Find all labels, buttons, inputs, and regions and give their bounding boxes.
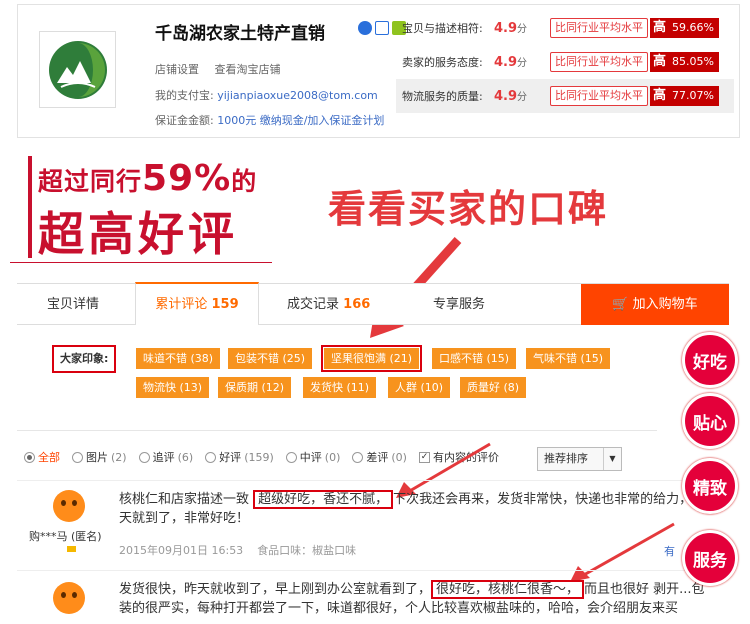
review-item: 发货很快，昨天就收到了，早上刚到办公室就看到了， 很好吃，核桃仁很香～， 而且也很好… [17,574,717,624]
avatar[interactable] [53,490,85,522]
radio-icon [138,451,150,463]
avatar[interactable] [53,582,85,614]
impression-tag[interactable]: 质量好 (8) [460,377,527,398]
tab-exclusive[interactable]: 专享服务 [433,284,485,325]
vip-diamond-icon [67,546,76,552]
review-highlight: 很好吃，核桃仁很香～， [431,580,585,599]
review-meta: 2015年09月01日 16:53 食品口味：椒盐口味 [119,542,356,558]
rating-score: 4.9分 [494,55,528,70]
impression-tag[interactable]: 人群 (10) [388,377,451,398]
compare-percent: 59.66% [669,18,719,38]
promo-banner: 超过同行59%的 超高好评 [10,150,272,268]
chevron-down-icon: ▼ [603,448,621,470]
compare-label: 比同行业平均水平 [550,52,648,72]
more-link[interactable]: 有 [664,543,675,559]
section-divider [17,430,657,431]
filter-positive[interactable]: 好评 (159) [205,449,274,465]
rating-label: 卖家的服务态度: [402,56,483,69]
radio-icon [72,451,83,463]
promo-accent-bar [28,156,32,258]
view-shop-link[interactable]: 查看淘宝店铺 [215,63,281,76]
review-highlight: 超级好吃，香还不腻， [253,490,394,509]
sort-select[interactable]: 推荐排序 ▼ [537,447,622,471]
detail-tab-bar: 宝贝详情 累计评论 159 成交记录 166 专享服务 🛒 加入购物车 [17,282,729,325]
shop-settings-link[interactable]: 店铺设置 [155,63,199,76]
filter-followup[interactable]: 追评 (6) [138,449,193,465]
add-to-cart-button[interactable]: 🛒 加入购物车 [581,284,729,325]
compare-percent: 85.05% [669,52,719,72]
verified-icon [358,21,372,35]
deposit-actions-link[interactable]: 缴纳现金/加入保证金计划 [260,114,385,127]
promo-line-2: 超高好评 [38,207,238,261]
shop-name[interactable]: 千岛湖农家土特产直销 [155,19,325,44]
filter-neutral[interactable]: 中评 (0) [285,449,340,465]
rating-compare: 比同行业平均水平 高 77.07% [550,86,719,106]
badge-bubble: 好吃 [682,332,738,388]
tab-reviews[interactable]: 累计评论 159 [135,282,259,325]
filter-all[interactable]: 全部 [24,449,60,465]
impression-tag[interactable]: 气味不错 (15) [526,348,611,369]
impression-tag[interactable]: 包装不错 (25) [228,348,313,369]
badge-bubble: 精致 [682,458,738,514]
rating-row-service: 卖家的服务态度: 4.9分 比同行业平均水平 高 85.05% [396,45,734,79]
shop-info-card: 千岛湖农家土特产直销 店铺设置 查看淘宝店铺 我的支付宝: yijianpiao… [17,4,740,138]
impression-tag[interactable]: 坚果很饱满 (21) [320,345,423,372]
promo-underline [10,262,272,263]
review-date: 2015年09月01日 16:53 [119,544,244,557]
rating-row-description: 宝贝与描述相符: 4.9分 比同行业平均水平 高 59.66% [396,11,734,45]
rating-score: 4.9分 [494,89,528,104]
tab-records[interactable]: 成交记录 166 [287,284,370,325]
rating-label: 物流服务的质量: [402,90,483,103]
impression-tag[interactable]: 味道不错 (38) [136,348,221,369]
impression-tag[interactable]: 口感不错 (15) [432,348,517,369]
radio-icon [205,451,217,463]
promo-line-1: 超过同行59%的 [38,158,258,199]
alipay-label: 我的支付宝: [155,89,214,102]
compare-level: 高 [650,18,670,38]
rating-score: 4.9分 [494,21,528,36]
rating-compare: 比同行业平均水平 高 59.66% [550,18,719,38]
tab-details[interactable]: 宝贝详情 [47,284,99,325]
compare-percent: 77.07% [669,86,719,106]
alipay-email[interactable]: yijianpiaoxue2008@tom.com [217,89,378,102]
review-text: 核桃仁和店家描述一致 超级好吃，香还不腻， 下次我还会再来，发货非常快，快递也非常… [119,490,706,526]
impression-tag[interactable]: 物流快 (13) [136,377,210,398]
radio-icon [352,451,364,463]
review-sku: 食品口味：椒盐口味 [257,544,357,557]
promo-headline: 看看买家的口碑 [328,187,609,231]
shop-links: 店铺设置 查看淘宝店铺 [155,61,293,77]
review-separator [17,570,717,571]
compare-label: 比同行业平均水平 [550,18,648,38]
reviewer-name: 购***马 (匿名) [29,530,102,543]
id-card-icon [375,21,389,35]
badge-bubble: 服务 [682,530,738,586]
shop-ratings: 宝贝与描述相符: 4.9分 比同行业平均水平 高 59.66% 卖家的服务态度:… [396,11,734,113]
compare-label: 比同行业平均水平 [550,86,648,106]
rating-row-logistics: 物流服务的质量: 4.9分 比同行业平均水平 高 77.07% [396,79,734,113]
shop-logo-icon [48,40,107,99]
compare-level: 高 [650,52,670,72]
radio-icon [285,451,297,463]
alipay-line: 我的支付宝: yijianpiaoxue2008@tom.com [155,87,378,103]
shop-logo[interactable] [39,31,116,108]
compare-level: 高 [650,86,670,106]
deposit-label: 保证金金额: [155,114,214,127]
review-item: 购***马 (匿名) 核桃仁和店家描述一致 超级好吃，香还不腻， 下次我还会再来，… [17,484,717,570]
cart-icon: 🛒 [612,297,629,312]
review-text: 发货很快，昨天就收到了，早上刚到办公室就看到了， 很好吃，核桃仁很香～， 而且也很好… [119,580,705,616]
impression-tag[interactable]: 发货快 (11) [303,377,377,398]
filter-images[interactable]: 图片 (2) [72,449,127,465]
impressions-label: 大家印象: [52,345,117,373]
rating-label: 宝贝与描述相符: [402,22,483,35]
deposit-amount: 1000元 [217,114,257,127]
badge-bubble: 贴心 [682,393,738,449]
deposit-line: 保证金金额: 1000元 缴纳现金/加入保证金计划 [155,112,384,128]
review-separator [17,480,717,481]
impression-tag[interactable]: 保质期 (12) [218,377,292,398]
radio-icon [24,451,35,463]
rating-compare: 比同行业平均水平 高 85.05% [550,52,719,72]
